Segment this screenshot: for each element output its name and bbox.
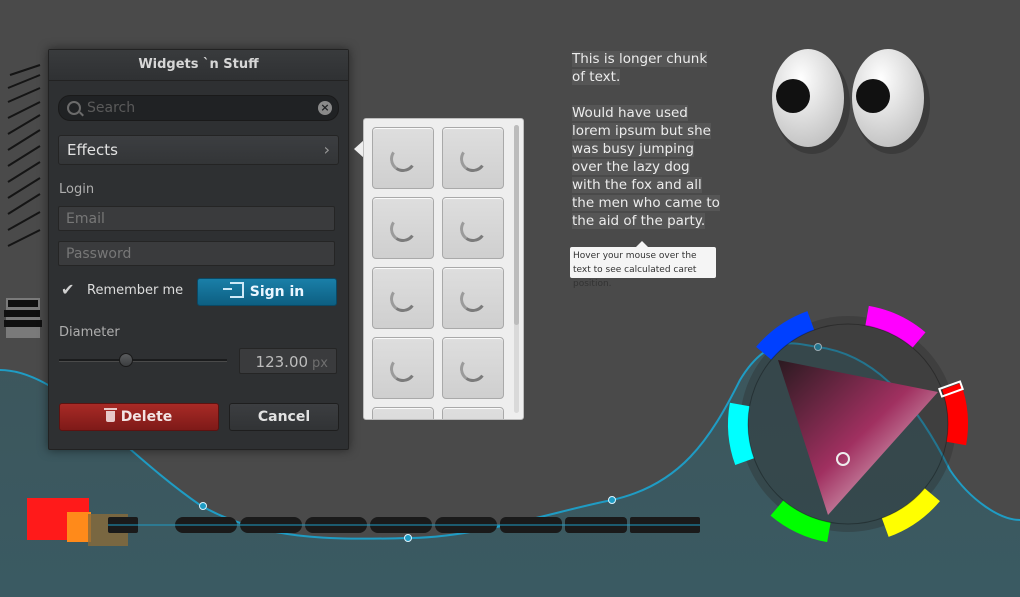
grid-tile[interactable] [442,267,504,329]
hatch-decoration [7,64,41,247]
cancel-button[interactable]: Cancel [229,403,339,431]
text-paragraph-2: Would have used lorem ipsum but she was … [572,105,720,229]
grid-tile[interactable] [442,197,504,259]
curve-point [608,496,616,504]
grid-scrollbar-thumb[interactable] [514,125,519,325]
clear-icon[interactable]: × [318,101,332,115]
caret-tooltip: Hover your mouse over the text to see ca… [570,241,716,289]
spinner-icon [387,283,419,315]
curve-point [404,534,412,542]
delete-button[interactable]: Delete [59,403,219,431]
curve-point [199,502,207,510]
stack-decoration [4,298,42,338]
spinner-icon [457,213,489,245]
spinner-icon [457,143,489,175]
eyes-decoration [772,49,930,154]
grid-tile[interactable] [442,127,504,189]
grid-tile[interactable] [442,407,504,419]
text-paragraph-1: This is longer chunk of text. [572,51,708,85]
effects-label: Effects [67,141,118,159]
search-input[interactable] [85,98,309,118]
widgets-window: Widgets `n Stuff × Effects › Login ✔ Rem… [48,49,349,450]
diameter-label: Diameter [59,325,120,340]
chevron-right-icon: › [323,140,330,159]
search-box[interactable]: × [58,95,339,121]
diameter-input[interactable]: 123.00 px [239,348,337,374]
grid-tile[interactable] [372,197,434,259]
password-field[interactable] [58,241,335,266]
grid-tile[interactable] [442,337,504,399]
search-icon [67,101,81,115]
grid-tile[interactable] [372,337,434,399]
login-label: Login [59,182,95,197]
diameter-unit: px [312,356,328,371]
diameter-slider-track[interactable] [59,359,227,362]
spinner-icon [387,353,419,385]
login-icon [222,282,244,298]
sign-in-label: Sign in [249,284,305,300]
window-title[interactable]: Widgets `n Stuff [49,50,348,81]
email-field[interactable] [58,206,335,231]
spinner-icon [387,213,419,245]
image-grid-popup [363,118,524,420]
spinner-icon [387,143,419,175]
grid-tile[interactable] [372,407,434,419]
diameter-slider-knob[interactable] [119,353,133,367]
text-box[interactable]: This is longer chunk of text. Would have… [572,50,722,248]
grid-tile[interactable] [372,267,434,329]
effects-button[interactable]: Effects › [58,135,339,165]
grid-tile[interactable] [372,127,434,189]
trash-icon [103,408,117,422]
remember-me-label[interactable]: Remember me [87,283,183,298]
sign-in-button[interactable]: Sign in [197,278,337,306]
spinner-icon [457,353,489,385]
diameter-value: 123.00 [255,353,309,371]
delete-label: Delete [120,409,173,425]
checkmark-icon[interactable]: ✔ [61,282,77,298]
spinner-icon [457,283,489,315]
